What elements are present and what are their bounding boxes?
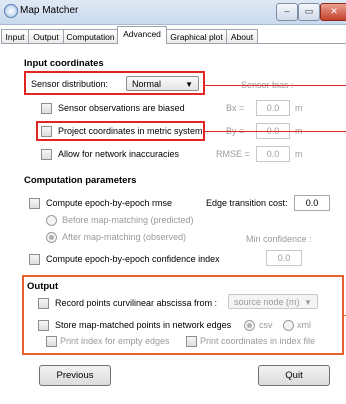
curvilinear-checkbox[interactable] xyxy=(38,298,49,309)
chevron-down-icon: ▼ xyxy=(304,298,312,307)
csv-label: csv xyxy=(259,320,273,330)
close-button[interactable]: ✕ xyxy=(320,3,346,21)
after-label: After map-matching (observed) xyxy=(62,232,187,242)
xml-radio[interactable] xyxy=(283,320,294,331)
rmse-input[interactable]: 0.0 xyxy=(256,146,290,162)
highlight-pointer-line xyxy=(205,85,346,86)
rmse-label: RMSE = xyxy=(216,149,250,159)
sensor-distribution-select[interactable]: Normal ▼ xyxy=(126,76,199,91)
minimize-button[interactable]: – xyxy=(276,3,298,21)
confidence-index-checkbox[interactable] xyxy=(29,254,40,265)
xml-label: xml xyxy=(297,320,311,330)
edge-cost-label: Edge transition cost: xyxy=(206,198,288,208)
min-confidence-input[interactable]: 0.0 xyxy=(266,250,302,266)
tab-advanced[interactable]: Advanced xyxy=(117,26,167,44)
after-radio[interactable] xyxy=(46,232,57,243)
store-edges-checkbox[interactable] xyxy=(38,320,49,331)
edge-cost-input[interactable]: 0.0 xyxy=(294,195,330,211)
bx-input[interactable]: 0.0 xyxy=(256,100,290,116)
curvilinear-value: source node (m) xyxy=(234,297,300,307)
confidence-index-label: Compute epoch-by-epoch confidence index xyxy=(46,254,220,264)
output-heading: Output xyxy=(27,281,59,292)
curvilinear-label: Record points curvilinear abscissa from … xyxy=(55,298,218,308)
before-label: Before map-matching (predicted) xyxy=(62,215,194,225)
chevron-down-icon: ▼ xyxy=(185,80,193,89)
min-confidence-label: Min confidence : xyxy=(246,234,312,244)
window-title: Map Matcher xyxy=(20,5,79,16)
sensor-distribution-value: Normal xyxy=(132,79,162,89)
tab-output[interactable]: Output xyxy=(28,29,64,44)
bx-unit: m xyxy=(295,103,303,113)
tab-computation[interactable]: Computation xyxy=(63,29,118,44)
print-index-label: Print index for empty edges xyxy=(60,336,170,346)
csv-radio[interactable] xyxy=(244,320,255,331)
quit-button[interactable]: Quit xyxy=(258,365,330,386)
previous-button[interactable]: Previous xyxy=(39,365,111,386)
before-radio[interactable] xyxy=(46,215,57,226)
print-coords-label: Print coordinates in index file xyxy=(200,336,316,346)
project-metric-checkbox[interactable] xyxy=(41,126,52,137)
epoch-rmse-checkbox[interactable] xyxy=(29,198,40,209)
print-index-checkbox[interactable] xyxy=(46,336,57,347)
epoch-rmse-label: Compute epoch-by-epoch rmse xyxy=(46,198,173,208)
curvilinear-select[interactable]: source node (m) ▼ xyxy=(228,294,318,309)
tab-graphical-plot[interactable]: Graphical plot xyxy=(166,29,227,44)
highlight-pointer-line-2 xyxy=(205,131,346,132)
store-edges-label: Store map-matched points in network edge… xyxy=(55,320,232,330)
print-coords-checkbox[interactable] xyxy=(186,336,197,347)
sensor-biased-checkbox[interactable] xyxy=(41,103,52,114)
app-icon xyxy=(4,4,18,18)
rmse-unit: m xyxy=(295,149,303,159)
sensor-distribution-label: Sensor distribution: xyxy=(31,79,109,89)
maximize-button[interactable]: ▭ xyxy=(298,3,320,21)
tab-input[interactable]: Input xyxy=(1,29,29,44)
network-inaccuracies-label: Allow for network inaccuracies xyxy=(58,149,180,159)
tab-about[interactable]: About xyxy=(226,29,258,44)
bx-label: Bx = xyxy=(226,103,245,113)
sensor-biased-label: Sensor observations are biased xyxy=(58,103,185,113)
computation-heading: Computation parameters xyxy=(24,175,137,186)
project-metric-label: Project coordinates in metric system xyxy=(58,126,203,136)
network-inaccuracies-checkbox[interactable] xyxy=(41,149,52,160)
input-coordinates-heading: Input coordinates xyxy=(24,58,104,69)
